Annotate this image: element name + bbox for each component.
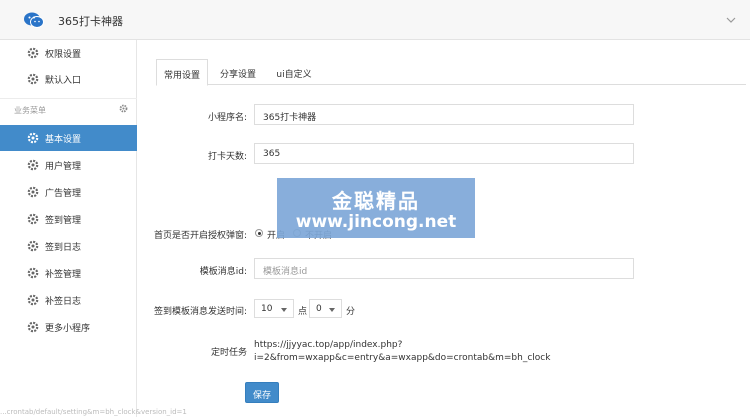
sidebar-item-checkin-log[interactable]: 签到日志 [0, 233, 137, 259]
sidebar-item-ads[interactable]: 广告管理 [0, 179, 137, 205]
minute-unit: 分 [346, 307, 356, 317]
sidebar-section-title: 业务菜单 [14, 106, 46, 115]
sidebar-item-label: 用户管理 [45, 162, 82, 172]
chevron-down-icon[interactable] [726, 16, 736, 24]
app-title: 365打卡神器 [58, 15, 123, 28]
gear-icon [27, 47, 39, 59]
dropdown-arrow-icon [281, 308, 287, 312]
watermark-line1: 金聪精品 [332, 189, 420, 213]
app-name-label: 小程序名: [207, 113, 247, 123]
gear-icon [27, 213, 39, 225]
sidebar-item-label: 签到日志 [45, 243, 82, 253]
sidebar-item-basic-settings[interactable]: 基本设置 [0, 125, 137, 151]
sidebar-item-label: 广告管理 [45, 189, 82, 199]
template-id-input[interactable]: 模板消息id [254, 258, 634, 279]
hour-unit: 点 [298, 307, 308, 317]
cron-url: https://jjyyac.top/app/index.php? i=2&fr… [254, 339, 550, 365]
cron-label: 定时任务 [210, 348, 247, 358]
auth-on-radio[interactable] [255, 229, 263, 237]
gear-icon [27, 159, 39, 171]
app-name-input[interactable]: 365打卡神器 [254, 104, 634, 125]
send-time-label: 签到模板消息发送时间: [153, 307, 247, 317]
sidebar-item-label: 补签管理 [45, 270, 82, 280]
minute-value: 0 [316, 304, 322, 314]
tab-common-settings[interactable]: 常用设置 [156, 59, 208, 86]
days-label: 打卡天数: [207, 152, 247, 162]
sidebar-item-default-entry[interactable]: 默认入口 [0, 66, 137, 92]
sidebar-item-label: 更多小程序 [45, 324, 91, 334]
sidebar-item-label: 签到管理 [45, 216, 82, 226]
tab-bar: 常用设置 分享设置 ui自定义 [156, 59, 746, 86]
minute-select[interactable]: 0 [309, 299, 342, 318]
gear-icon [27, 321, 39, 333]
template-id-label: 模板消息id: [199, 267, 247, 277]
sidebar-item-checkin-manage[interactable]: 签到管理 [0, 206, 137, 232]
gear-icon [27, 267, 39, 279]
dropdown-arrow-icon [329, 308, 335, 312]
tab-share-settings[interactable]: 分享设置 [212, 59, 264, 85]
sidebar: 权限设置 默认入口 业务菜单 基本设置 用户管理 广告管理 签到管理 签到日志 … [0, 40, 137, 417]
sidebar-item-label: 基本设置 [45, 135, 82, 145]
sidebar-item-users[interactable]: 用户管理 [0, 152, 137, 178]
gear-icon[interactable] [119, 104, 128, 113]
hour-value: 10 [261, 304, 273, 314]
sidebar-item-label: 权限设置 [45, 50, 82, 60]
gear-icon [27, 73, 39, 85]
sidebar-item-label: 默认入口 [45, 76, 82, 86]
gear-icon [27, 240, 39, 252]
sidebar-item-makeup-log[interactable]: 补签日志 [0, 287, 137, 313]
sidebar-divider [0, 98, 137, 99]
cron-url-line2: i=2&from=wxapp&c=entry&a=wxapp&do=cronta… [254, 353, 551, 363]
cron-url-line1: https://jjyyac.top/app/index.php? [254, 340, 403, 350]
sidebar-item-makeup-manage[interactable]: 补签管理 [0, 260, 137, 286]
watermark-line2: www.jincong.net [295, 212, 457, 232]
auth-popup-label: 首页是否开启授权弹窗: [153, 231, 247, 241]
gear-icon [27, 294, 39, 306]
gear-icon [27, 132, 39, 144]
sidebar-item-permissions[interactable]: 权限设置 [0, 40, 137, 66]
tab-ui-custom[interactable]: ui自定义 [268, 59, 320, 85]
top-header: 365打卡神器 [0, 0, 750, 40]
sidebar-item-label: 补签日志 [45, 297, 82, 307]
hour-select[interactable]: 10 [254, 299, 294, 318]
save-button[interactable]: 保存 [245, 382, 279, 403]
gear-icon [27, 186, 39, 198]
sidebar-item-more-apps[interactable]: 更多小程序 [0, 314, 137, 340]
days-input[interactable]: 365 [254, 143, 634, 164]
status-bar-url: ...crontab/default/setting&m=bh_clock&ve… [0, 408, 187, 416]
wechat-icon [24, 12, 44, 28]
watermark: 金聪精品 www.jincong.net [277, 178, 475, 238]
